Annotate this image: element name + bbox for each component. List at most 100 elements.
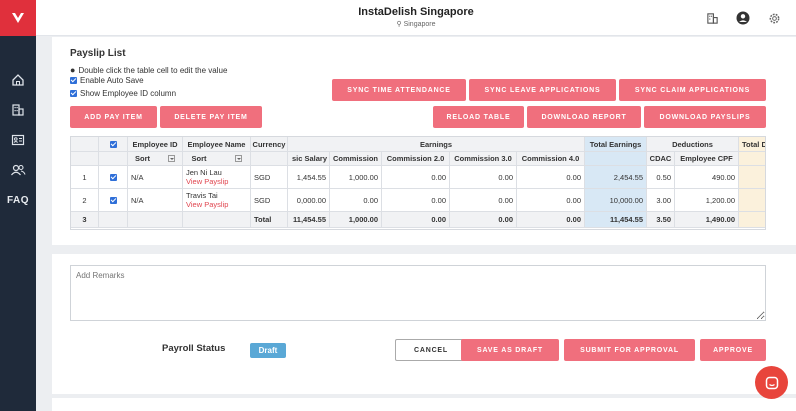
approve-button[interactable]: Approve xyxy=(700,339,766,361)
show-id-toggle[interactable]: Show Employee ID column xyxy=(70,89,176,98)
sidebar: FAQ xyxy=(0,0,36,411)
company-location: ⚲ Singapore xyxy=(396,21,436,28)
remarks-textarea[interactable] xyxy=(70,265,766,321)
employee-cpf-cell[interactable]: 490.00 xyxy=(675,166,739,189)
row-number: 2 xyxy=(71,189,99,212)
earnings-group-header: Earnings xyxy=(288,137,585,152)
id-card-icon[interactable] xyxy=(0,128,36,152)
select-all-checkbox[interactable] xyxy=(109,140,117,148)
employee-name-sort[interactable]: Sort xyxy=(183,152,251,166)
totals-select-cell xyxy=(99,212,128,228)
add-pay-item-button[interactable]: Add Pay Item xyxy=(70,106,157,128)
payslip-list-title: Payslip List xyxy=(70,48,126,59)
total-commission-2: 0.00 xyxy=(382,212,450,228)
cdac-cell[interactable]: 3.00 xyxy=(647,189,675,212)
users-icon[interactable] xyxy=(0,158,36,182)
cancel-button[interactable]: Cancel xyxy=(395,339,467,361)
employee-name-header: Employee Name xyxy=(183,137,251,152)
employee-cpf-header: Employee CPF xyxy=(675,152,739,166)
payslip-table: Employee ID Employee Name Currency Earni… xyxy=(70,136,766,230)
logo-icon xyxy=(12,13,24,23)
faq-label: FAQ xyxy=(6,194,30,206)
employee-name: Travis Tai xyxy=(186,191,218,200)
show-id-checkbox[interactable] xyxy=(70,90,77,97)
total-cdac: 3.50 xyxy=(647,212,675,228)
filter-dropdown-icon[interactable] xyxy=(168,155,175,162)
currency-cell: SGD xyxy=(251,166,288,189)
commission-cell[interactable]: 0.00 xyxy=(330,189,382,212)
location-pin-icon: ⚲ xyxy=(396,21,404,28)
payslip-card: Payslip List ● Double click the table cel… xyxy=(52,37,796,245)
employee-id-header: Employee ID xyxy=(128,137,183,152)
commission-3-cell[interactable]: 0.00 xyxy=(450,189,517,212)
select-subheader xyxy=(99,152,128,166)
commission-4-header: Commission 4.0 xyxy=(517,152,585,166)
view-payslip-link[interactable]: View Payslip xyxy=(186,200,228,209)
commission-4-cell[interactable]: 0.00 xyxy=(517,166,585,189)
basic-salary-cell[interactable]: 1,454.55 xyxy=(288,166,330,189)
sync-leave-button[interactable]: Sync Leave Applications xyxy=(469,79,616,101)
edit-hint: ● Double click the table cell to edit the… xyxy=(70,65,228,75)
currency-header: Currency xyxy=(251,137,288,152)
total-deductions-cell xyxy=(739,189,765,212)
commission-3-cell[interactable]: 0.00 xyxy=(450,166,517,189)
total-commission-3: 0.00 xyxy=(450,212,517,228)
user-icon[interactable] xyxy=(736,11,750,25)
commission-header: Commission xyxy=(330,152,382,166)
faq-link[interactable]: FAQ xyxy=(0,188,36,212)
auto-save-checkbox[interactable] xyxy=(70,77,77,84)
sync-claim-button[interactable]: Sync Claim Applications xyxy=(619,79,766,101)
building-icon[interactable] xyxy=(0,98,36,122)
totals-name-cell xyxy=(183,212,251,228)
commission-cell[interactable]: 1,000.00 xyxy=(330,166,382,189)
employee-name-cell: Travis Tai View Payslip xyxy=(183,189,251,212)
employee-id-cell[interactable]: N/A xyxy=(128,166,183,189)
row-select-cell[interactable] xyxy=(99,189,128,212)
download-payslips-button[interactable]: Download Payslips xyxy=(644,106,766,128)
remarks-section: Payroll Status Draft Cancel Save as Draf… xyxy=(52,254,796,394)
commission-2-header: Commission 2.0 xyxy=(382,152,450,166)
sync-time-attendance-button[interactable]: Sync Time Attendance xyxy=(332,79,466,101)
delete-pay-item-button[interactable]: Delete Pay Item xyxy=(160,106,262,128)
commission-2-cell[interactable]: 0.00 xyxy=(382,189,450,212)
total-earnings-cell: 10,000.00 xyxy=(585,189,647,212)
download-report-button[interactable]: Download Report xyxy=(527,106,641,128)
view-payslip-link[interactable]: View Payslip xyxy=(186,177,228,186)
total-basic-salary: 11,454.55 xyxy=(288,212,330,228)
filter-dropdown-icon[interactable] xyxy=(234,155,242,162)
status-badge: Draft xyxy=(250,343,286,358)
employee-id-cell[interactable]: N/A xyxy=(128,189,183,212)
save-as-draft-button[interactable]: Save as Draft xyxy=(461,339,559,361)
auto-save-toggle[interactable]: Enable Auto Save xyxy=(70,76,144,85)
commission-4-cell[interactable]: 0.00 xyxy=(517,189,585,212)
total-commission-4: 0.00 xyxy=(517,212,585,228)
top-header: InstaDelish Singapore ⚲ Singapore xyxy=(36,0,796,36)
cdac-cell[interactable]: 0.50 xyxy=(647,166,675,189)
total-deductions-cell xyxy=(739,166,765,189)
total-earnings-subheader xyxy=(585,152,647,166)
row-select-cell[interactable] xyxy=(99,166,128,189)
reload-table-button[interactable]: Reload Table xyxy=(433,106,524,128)
commission-2-cell[interactable]: 0.00 xyxy=(382,166,450,189)
select-all-cell[interactable] xyxy=(99,137,128,152)
currency-cell: SGD xyxy=(251,189,288,212)
row-checkbox[interactable] xyxy=(109,196,117,204)
row-number: 3 xyxy=(71,212,99,228)
gear-icon[interactable] xyxy=(767,11,781,25)
total-deductions-header: Total D xyxy=(739,137,765,152)
brand-logo[interactable] xyxy=(0,0,36,36)
bottom-card xyxy=(52,398,796,411)
employee-id-sort[interactable]: Sort xyxy=(128,152,183,166)
totals-id-cell xyxy=(128,212,183,228)
employee-cpf-cell[interactable]: 1,200.00 xyxy=(675,189,739,212)
row-checkbox[interactable] xyxy=(109,173,117,181)
home-icon[interactable] xyxy=(0,68,36,92)
commission-3-header: Commission 3.0 xyxy=(450,152,517,166)
submit-for-approval-button[interactable]: Submit for Approval xyxy=(564,339,695,361)
chat-launcher-button[interactable] xyxy=(755,366,788,399)
building-icon[interactable] xyxy=(705,11,719,25)
basic-salary-cell[interactable]: 0,000.00 xyxy=(288,189,330,212)
grand-total-earnings: 11,454.55 xyxy=(585,212,647,228)
currency-subheader xyxy=(251,152,288,166)
total-deductions-subheader xyxy=(739,152,765,166)
